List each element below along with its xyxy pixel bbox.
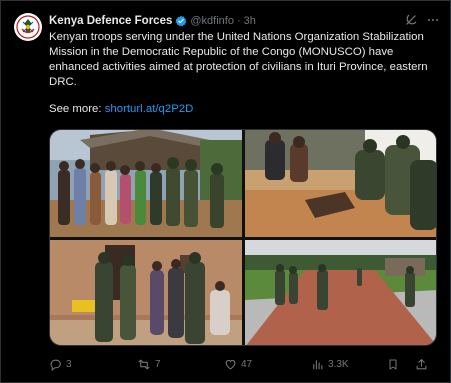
tweet-card[interactable]: Kenya Defence Forces @kdfinfo · 3h Kenya… xyxy=(0,0,451,383)
reply-count: 3 xyxy=(66,358,72,370)
see-more-label: See more: xyxy=(49,103,105,115)
tweet-text: Kenyan troops serving under the United N… xyxy=(49,31,428,88)
views-button[interactable]: 3.3K xyxy=(311,356,349,372)
verified-badge-icon xyxy=(175,15,187,27)
author-name[interactable]: Kenya Defence Forces xyxy=(49,15,172,27)
repost-button[interactable]: 7 xyxy=(137,356,161,372)
views-count: 3.3K xyxy=(328,358,349,370)
views-icon xyxy=(313,359,323,369)
repost-icon xyxy=(138,359,150,369)
photo-4[interactable] xyxy=(245,240,436,345)
like-icon xyxy=(225,359,236,369)
see-more-line: See more: shorturl.at/q2P2D xyxy=(49,102,193,117)
photo-3[interactable] xyxy=(50,240,242,345)
like-count: 47 xyxy=(241,358,253,370)
like-button[interactable]: 47 xyxy=(224,356,252,372)
separator-dot: · xyxy=(236,15,241,27)
kdf-crest-logo xyxy=(15,14,41,40)
avatar[interactable] xyxy=(14,13,42,41)
repost-count: 7 xyxy=(155,358,161,370)
share-button[interactable] xyxy=(415,356,428,372)
tweet-header: Kenya Defence Forces @kdfinfo · 3h xyxy=(49,13,420,29)
bookmark-icon xyxy=(389,359,397,369)
photo-1[interactable] xyxy=(50,130,242,237)
action-bar: 3 7 47 3.3K xyxy=(49,356,437,372)
reply-button[interactable]: 3 xyxy=(49,356,72,372)
see-more-link[interactable]: shorturl.at/q2P2D xyxy=(105,103,194,115)
photo-2[interactable] xyxy=(245,130,436,237)
timestamp[interactable]: 3h xyxy=(244,15,256,27)
bookmark-button[interactable] xyxy=(387,356,399,372)
share-icon xyxy=(416,358,427,369)
media-grid[interactable] xyxy=(49,129,437,346)
author-handle[interactable]: @kdfinfo xyxy=(190,15,234,27)
reply-icon xyxy=(50,359,61,371)
